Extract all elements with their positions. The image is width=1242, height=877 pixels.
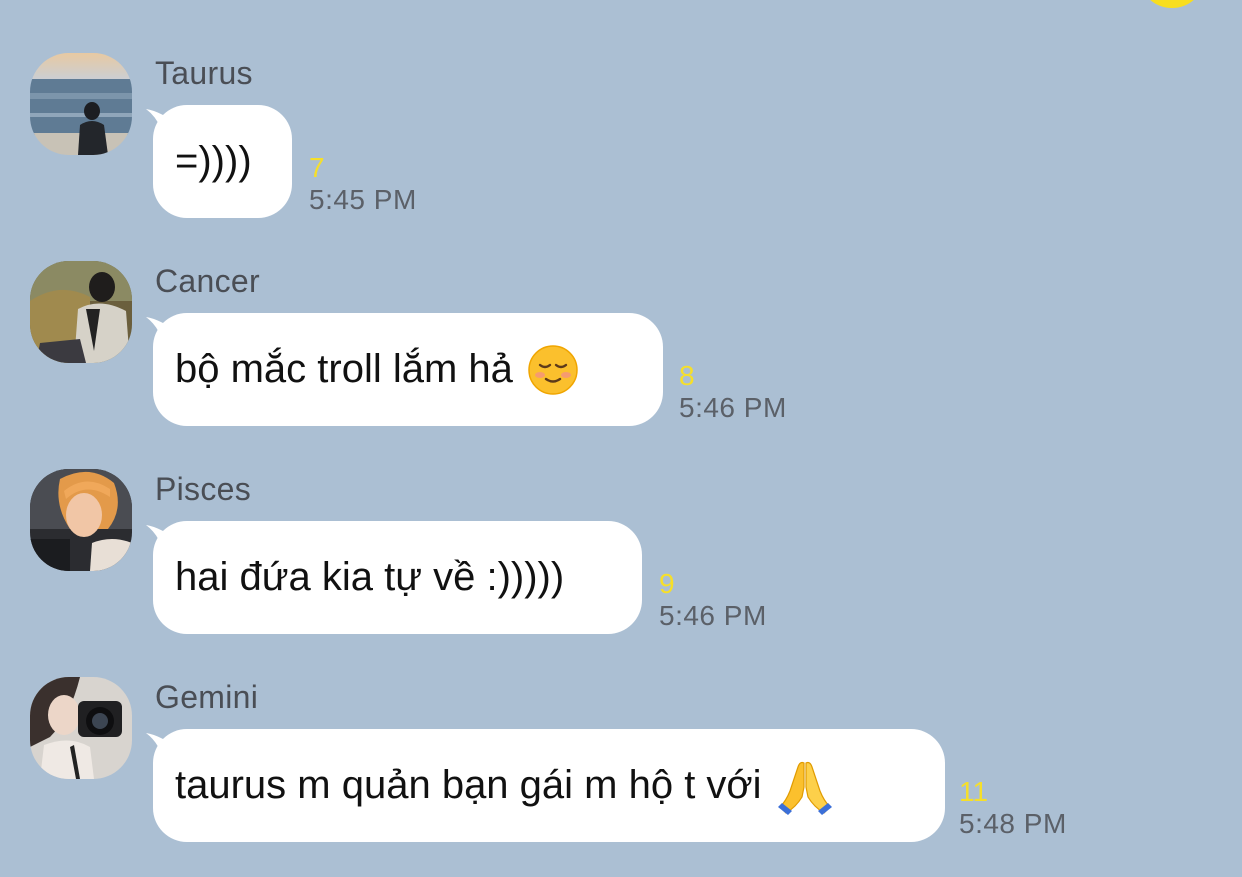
read-count: 7: [309, 152, 325, 183]
message-bubble[interactable]: taurus m quản bạn gái m hộ t với: [144, 729, 945, 842]
timestamp: 5:46 PM: [679, 392, 787, 423]
message-bubble[interactable]: hai đứa kia tự về :))))): [144, 521, 642, 634]
message-row: Taurus =)))) 7 5:45 PM: [0, 53, 1242, 253]
message-row: Pisces hai đứa kia tự về :))))) 9 5:46 P…: [0, 469, 1242, 669]
read-count: 8: [679, 360, 695, 391]
message-text: =)))): [175, 139, 252, 183]
message-row: Gemini taurus m quản bạn gái m hộ t với …: [0, 677, 1242, 877]
avatar-pisces[interactable]: [30, 469, 132, 571]
sender-name: Cancer: [155, 263, 260, 299]
sender-name: Taurus: [155, 55, 253, 91]
folded-hands-icon: [776, 757, 834, 815]
read-count: 11: [959, 776, 989, 807]
sender-name: Pisces: [155, 471, 252, 507]
message-bubble[interactable]: =)))): [144, 105, 292, 218]
unread-indicator: [1140, 0, 1204, 8]
message-text: taurus m quản bạn gái m hộ t với: [175, 763, 762, 807]
avatar-gemini[interactable]: [30, 677, 132, 779]
timestamp: 5:45 PM: [309, 184, 417, 215]
message-bubble[interactable]: bộ mắc troll lắm hả: [144, 313, 663, 426]
avatar-cancer[interactable]: [30, 261, 132, 363]
avatar-taurus[interactable]: [30, 53, 132, 155]
timestamp: 5:46 PM: [659, 600, 767, 631]
sender-name: Gemini: [155, 679, 259, 715]
smiling-face-icon: [527, 344, 579, 396]
message-row: Cancer bộ mắc troll lắm hả 8 5:46 PM: [0, 261, 1242, 461]
read-count: 9: [659, 568, 675, 599]
message-text: bộ mắc troll lắm hả: [175, 347, 513, 391]
message-text: hai đứa kia tự về :))))): [175, 555, 565, 599]
timestamp: 5:48 PM: [959, 808, 1067, 839]
